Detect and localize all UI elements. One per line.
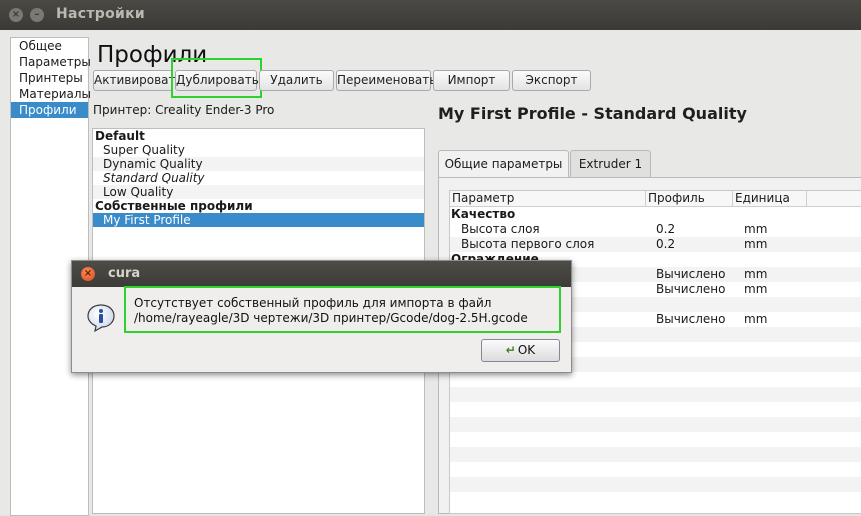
table-row — [450, 447, 861, 462]
setting-value: Вычислено — [656, 282, 726, 296]
nav-item-general[interactable]: Общее — [11, 38, 88, 54]
ok-button[interactable]: ↵ OK — [481, 339, 560, 362]
category-quality: Качество — [451, 207, 516, 221]
nav-item-profiles[interactable]: Профили — [11, 102, 88, 118]
table-row — [450, 462, 861, 477]
category-row: Качество — [450, 207, 861, 222]
printer-label: Принтер: Creality Ender-3 Pro — [93, 103, 275, 117]
info-icon — [87, 304, 115, 333]
setting-unit: mm — [744, 222, 768, 236]
close-icon[interactable]: × — [9, 8, 23, 22]
dialog-titlebar: × cura — [72, 261, 571, 287]
table-row — [450, 477, 861, 492]
setting-unit: mm — [744, 237, 768, 251]
table-row — [450, 402, 861, 417]
rename-button[interactable]: Переименовать — [336, 70, 436, 91]
page-title: Профили — [97, 42, 208, 68]
table-row — [450, 372, 861, 387]
tab-extruder-1[interactable]: Extruder 1 — [570, 150, 651, 178]
window-titlebar: × – Настройки — [0, 0, 861, 30]
nav-item-printers[interactable]: Принтеры — [11, 70, 88, 86]
setting-value: 0.2 — [656, 237, 676, 251]
column-header-parameter[interactable]: Параметр — [450, 191, 646, 206]
dialog-title: cura — [108, 266, 141, 281]
export-button[interactable]: Экспорт — [512, 70, 591, 91]
table-header: Параметр Профиль Единица — [450, 191, 861, 207]
group-header-custom: Собственные профили — [95, 199, 253, 213]
enter-arrow-icon: ↵ — [505, 343, 516, 357]
setting-unit: mm — [744, 267, 768, 281]
list-item[interactable]: Super Quality — [93, 143, 424, 157]
window-title: Настройки — [56, 6, 146, 22]
table-row — [450, 432, 861, 447]
setting-value: 0.2 — [656, 222, 676, 236]
setting-unit: mm — [744, 282, 768, 296]
list-item[interactable]: Low Quality — [93, 185, 424, 199]
tab-general[interactable]: Общие параметры — [438, 150, 569, 178]
ok-button-label: OK — [517, 343, 536, 357]
list-item-selected[interactable]: My First Profile — [93, 213, 424, 227]
dialog-message: Отсутствует собственный профиль для импо… — [134, 296, 528, 325]
setting-name: Высота первого слоя — [461, 237, 595, 251]
setting-value: Вычислено — [656, 267, 726, 281]
table-row — [450, 417, 861, 432]
group-header-default: Default — [95, 129, 145, 143]
setting-value: Вычислено — [656, 312, 726, 326]
close-icon[interactable]: × — [81, 267, 95, 281]
column-header-unit[interactable]: Единица — [733, 191, 807, 206]
setting-unit: mm — [744, 312, 768, 326]
minimize-icon[interactable]: – — [30, 8, 44, 22]
nav-item-materials[interactable]: Материалы — [11, 86, 91, 102]
list-item[interactable]: Standard Quality — [93, 171, 424, 185]
list-item[interactable]: Dynamic Quality — [93, 157, 424, 171]
table-row: Высота слоя 0.2 mm — [450, 222, 861, 237]
profile-heading: My First Profile - Standard Quality — [438, 104, 747, 123]
column-header-profile[interactable]: Профиль — [646, 191, 733, 206]
duplicate-button[interactable]: Дублировать — [175, 70, 259, 91]
nav-item-settings[interactable]: Параметры — [11, 54, 91, 70]
setting-name: Высота слоя — [461, 222, 540, 236]
remove-button[interactable]: Удалить — [259, 70, 334, 91]
table-row: Высота первого слоя 0.2 mm — [450, 237, 861, 252]
table-row — [450, 387, 861, 402]
import-button[interactable]: Импорт — [433, 70, 510, 91]
activate-button[interactable]: Активировать — [93, 70, 183, 91]
